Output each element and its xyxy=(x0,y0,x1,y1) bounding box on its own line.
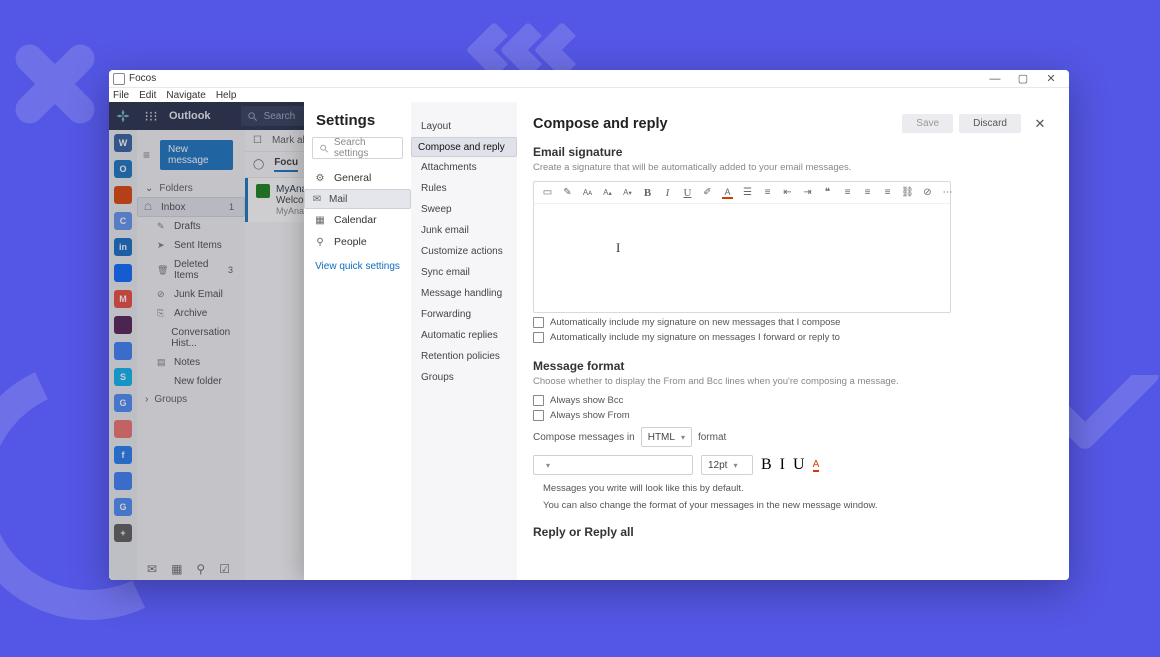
insert-image-icon[interactable]: ▭ xyxy=(542,187,553,198)
align-right-icon[interactable]: ≡ xyxy=(882,187,893,198)
font-color-icon[interactable]: ✎ xyxy=(562,187,573,198)
italic-icon[interactable]: I xyxy=(662,187,673,199)
email-signature-desc: Create a signature that will be automati… xyxy=(533,162,1053,173)
bullets-icon[interactable]: ☰ xyxy=(742,187,753,198)
bg-x-shape xyxy=(10,40,100,130)
compose-format-label-pre: Compose messages in xyxy=(533,432,635,443)
numbering-icon[interactable]: ≡ xyxy=(762,187,773,198)
font-size-down-icon[interactable]: A▾ xyxy=(622,188,633,197)
outlook-root: ⁝⁝⁝ Outlook Search ◉ ⟳ ⚙ ? WOCinMSGfG+ ≡… xyxy=(109,102,1069,580)
format-note-1: Messages you write will look like this b… xyxy=(543,483,1053,494)
menu-edit[interactable]: Edit xyxy=(139,90,156,101)
subnav-automatic-replies[interactable]: Automatic replies xyxy=(411,325,517,346)
chevron-down-icon: ▾ xyxy=(681,433,685,442)
close-icon[interactable]: ✕ xyxy=(1027,116,1053,132)
link-icon[interactable]: ⛓ xyxy=(902,187,913,198)
settings-categories: Settings Search settings ⚙General✉Mail▦C… xyxy=(304,102,411,580)
window-minimize[interactable]: — xyxy=(981,73,1009,85)
underline-icon[interactable]: U xyxy=(682,187,693,199)
auto-sign-new-checkbox[interactable]: Automatically include my signature on ne… xyxy=(533,317,1053,328)
chevron-down-icon: ▾ xyxy=(546,461,550,470)
settings-cat-mail[interactable]: ✉Mail xyxy=(304,189,411,209)
settings-cat-general[interactable]: ⚙General xyxy=(304,167,411,189)
unlink-icon[interactable]: ⊘ xyxy=(922,187,933,198)
settings-cat-calendar[interactable]: ▦Calendar xyxy=(304,209,411,231)
settings-cat-people[interactable]: ⚲People xyxy=(304,231,411,253)
subnav-junk-email[interactable]: Junk email xyxy=(411,220,517,241)
show-from-checkbox[interactable]: Always show From xyxy=(533,410,1053,421)
subnav-rules[interactable]: Rules xyxy=(411,178,517,199)
bold-icon[interactable]: B xyxy=(642,187,653,199)
app-window: Focos — ▢ ✕ File Edit Navigate Help ⁝⁝⁝ … xyxy=(109,70,1069,580)
subnav-attachments[interactable]: Attachments xyxy=(411,157,517,178)
titlebar: Focos — ▢ ✕ xyxy=(109,70,1069,88)
text-cursor: I xyxy=(616,240,620,256)
signature-textarea[interactable]: I xyxy=(534,204,950,312)
signature-editor[interactable]: ▭ ✎ Aᴀ A▴ A▾ B I U ✐ A ☰ ≡ ⇤ ⇥ ❝ xyxy=(533,181,951,313)
more-icon[interactable]: ⋯ xyxy=(942,187,953,198)
highlight-icon[interactable]: ✐ xyxy=(702,187,713,198)
subnav-forwarding[interactable]: Forwarding xyxy=(411,304,517,325)
quote-icon[interactable]: ❝ xyxy=(822,187,833,198)
subnav-compose-and-reply[interactable]: Compose and reply xyxy=(411,137,517,157)
subnav-customize-actions[interactable]: Customize actions xyxy=(411,241,517,262)
window-maximize[interactable]: ▢ xyxy=(1009,72,1037,85)
subnav-layout[interactable]: Layout xyxy=(411,116,517,137)
message-format-desc: Choose whether to display the From and B… xyxy=(533,376,1053,387)
view-quick-settings-link[interactable]: View quick settings xyxy=(304,253,411,280)
save-button[interactable]: Save xyxy=(902,114,953,133)
editor-toolbar: ▭ ✎ Aᴀ A▴ A▾ B I U ✐ A ☰ ≡ ⇤ ⇥ ❝ xyxy=(534,182,950,204)
window-title: Focos xyxy=(129,73,156,84)
reply-heading: Reply or Reply all xyxy=(533,525,1053,539)
compose-format-select[interactable]: HTML▾ xyxy=(641,427,692,447)
compose-format-label-post: format xyxy=(698,432,726,443)
settings-subnav: LayoutCompose and replyAttachmentsRulesS… xyxy=(411,102,517,580)
subnav-sync-email[interactable]: Sync email xyxy=(411,262,517,283)
app-icon xyxy=(113,73,125,85)
pane-title: Compose and reply xyxy=(533,116,896,132)
font-family-icon[interactable]: Aᴀ xyxy=(582,188,593,197)
subnav-retention-policies[interactable]: Retention policies xyxy=(411,346,517,367)
default-underline-icon[interactable]: U xyxy=(793,456,805,474)
settings-pane: Compose and reply Save Discard ✕ Email s… xyxy=(517,102,1069,580)
subnav-sweep[interactable]: Sweep xyxy=(411,199,517,220)
default-bold-icon[interactable]: B xyxy=(761,456,772,474)
bg-chevrons xyxy=(480,30,582,70)
menu-navigate[interactable]: Navigate xyxy=(166,90,205,101)
settings-modal: Settings Search settings ⚙General✉Mail▦C… xyxy=(304,102,1069,580)
menu-file[interactable]: File xyxy=(113,90,129,101)
menubar: File Edit Navigate Help xyxy=(109,88,1069,102)
format-note-2: You can also change the format of your m… xyxy=(543,500,1053,511)
menu-help[interactable]: Help xyxy=(216,90,237,101)
default-color-icon[interactable]: A xyxy=(813,459,820,472)
subnav-message-handling[interactable]: Message handling xyxy=(411,283,517,304)
align-left-icon[interactable]: ≡ xyxy=(842,187,853,198)
chevron-down-icon: ▾ xyxy=(733,461,737,470)
outdent-icon[interactable]: ⇤ xyxy=(782,187,793,198)
auto-sign-reply-checkbox[interactable]: Automatically include my signature on me… xyxy=(533,332,1053,343)
default-italic-icon[interactable]: I xyxy=(780,456,785,474)
settings-search-input[interactable]: Search settings xyxy=(312,137,403,159)
show-bcc-checkbox[interactable]: Always show Bcc xyxy=(533,395,1053,406)
discard-button[interactable]: Discard xyxy=(959,114,1021,133)
email-signature-heading: Email signature xyxy=(533,145,1053,159)
settings-title: Settings xyxy=(304,112,411,137)
font-size-select[interactable]: 12pt▾ xyxy=(701,455,753,475)
font-size-up-icon[interactable]: A▴ xyxy=(602,188,613,197)
message-format-heading: Message format xyxy=(533,359,1053,373)
align-center-icon[interactable]: ≡ xyxy=(862,187,873,198)
indent-icon[interactable]: ⇥ xyxy=(802,187,813,198)
font-family-select[interactable]: ▾ xyxy=(533,455,693,475)
search-icon xyxy=(319,143,329,154)
subnav-groups[interactable]: Groups xyxy=(411,367,517,388)
text-color-icon[interactable]: A xyxy=(722,187,733,199)
window-close[interactable]: ✕ xyxy=(1037,72,1065,85)
